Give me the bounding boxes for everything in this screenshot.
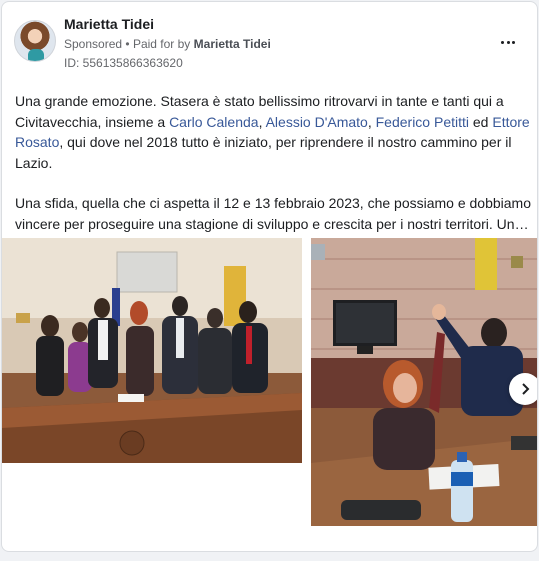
ad-id: ID: 556135866363620 — [64, 56, 183, 70]
sponsor-line: Sponsored • Paid for by Marietta Tidei — [64, 37, 271, 51]
chevron-right-icon — [522, 383, 530, 395]
carousel-photo-1[interactable] — [2, 238, 302, 463]
paid-for-label: Paid for by — [132, 37, 191, 51]
link-alessio-damato[interactable]: Alessio D'Amato — [266, 114, 368, 130]
link-federico-petitti[interactable]: Federico Petitti — [376, 114, 469, 130]
post-header: Marietta Tidei Sponsored • Paid for by M… — [2, 2, 537, 82]
sponsored-label: Sponsored — [64, 37, 123, 51]
payer-name: Marietta Tidei — [193, 37, 271, 51]
author-name[interactable]: Marietta Tidei — [64, 16, 154, 32]
more-options-button[interactable] — [495, 30, 521, 54]
separator-dot: • — [125, 37, 130, 51]
carousel-photo-2[interactable] — [311, 238, 537, 526]
paragraph-2: Una sfida, quella che ci aspetta il 12 e… — [15, 195, 532, 232]
post-text: Una grande emozione. Stasera è stato bel… — [15, 91, 532, 234]
carousel-next-button[interactable] — [509, 373, 537, 405]
more-horizontal-icon — [501, 40, 505, 44]
paragraph-1: Una grande emozione. Stasera è stato bel… — [15, 93, 530, 171]
ad-card: Marietta Tidei Sponsored • Paid for by M… — [1, 1, 538, 552]
avatar[interactable] — [14, 20, 56, 62]
link-carlo-calenda[interactable]: Carlo Calenda — [169, 114, 259, 130]
